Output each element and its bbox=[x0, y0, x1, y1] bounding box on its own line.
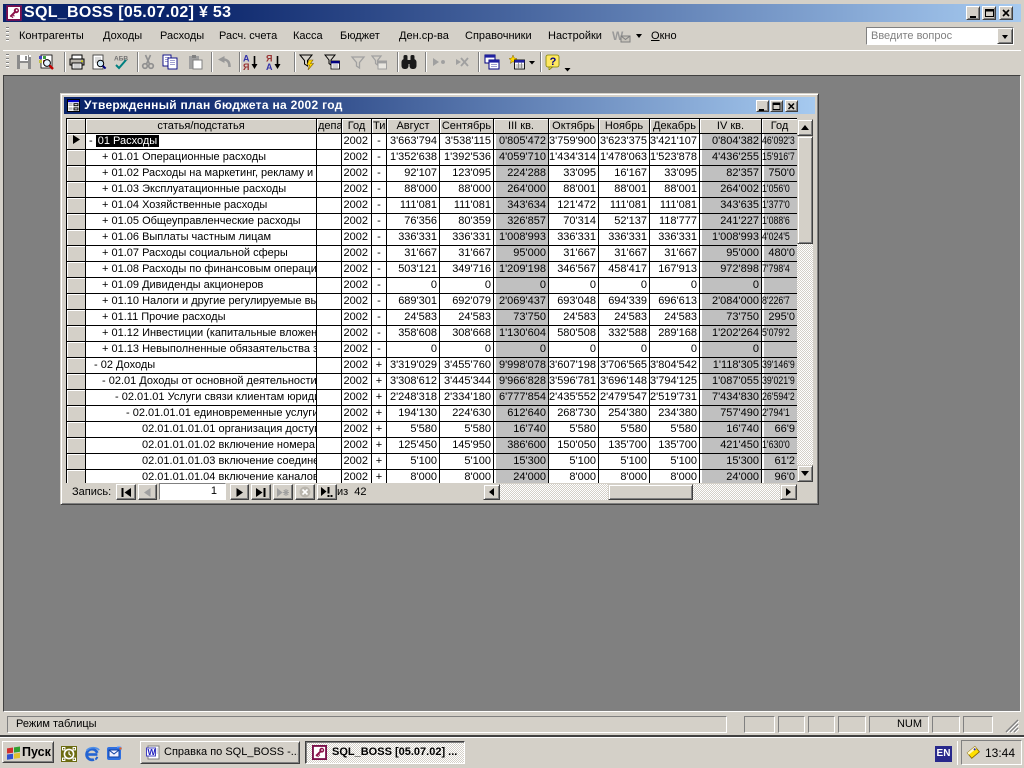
svg-text:Я: Я bbox=[243, 62, 249, 70]
svg-text:АБВ: АБВ bbox=[114, 56, 128, 63]
svg-text:W: W bbox=[148, 747, 157, 757]
svg-text:?: ? bbox=[550, 56, 557, 68]
svg-text:А: А bbox=[266, 62, 273, 70]
